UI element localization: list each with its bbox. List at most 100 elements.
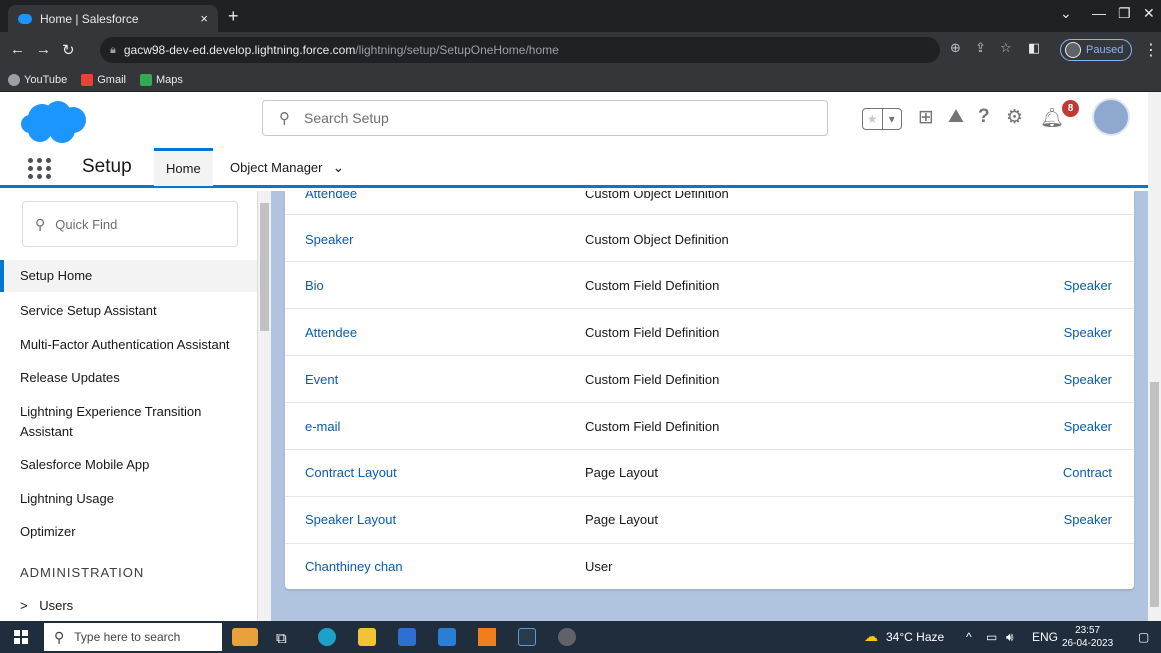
- browser-tab[interactable]: Home | Salesforce ×: [8, 5, 218, 32]
- notification-center-icon[interactable]: ▢: [1138, 630, 1149, 644]
- windows-taskbar: ⚲ Type here to search ⧉ ☁ 34°C Haze ^ ▭ …: [0, 621, 1161, 653]
- result-object-link[interactable]: Speaker: [1064, 419, 1112, 434]
- sidebar-scrollbar[interactable]: [258, 191, 271, 621]
- quick-find-input[interactable]: ⚲ Quick Find: [22, 201, 238, 247]
- clock-time: 23:57: [1075, 625, 1101, 636]
- sidebar-item-optimizer[interactable]: Optimizer: [0, 522, 257, 542]
- news-widget-icon[interactable]: [232, 628, 258, 646]
- volume-icon[interactable]: 🔊︎: [1006, 630, 1014, 645]
- result-name-link[interactable]: Bio: [305, 278, 324, 293]
- search-icon: ⚲: [54, 628, 65, 645]
- bookmark-gmail[interactable]: Gmail: [81, 73, 126, 86]
- profile-paused-button[interactable]: Paused: [1060, 39, 1132, 61]
- help-icon[interactable]: ?: [978, 106, 990, 128]
- result-type: Custom Field Definition: [585, 419, 720, 434]
- tab-object-manager[interactable]: Object Manager ⌄: [230, 148, 344, 186]
- reload-icon[interactable]: ↻: [62, 41, 75, 59]
- tray-overflow-icon[interactable]: ^: [966, 630, 972, 644]
- taskbar-search-input[interactable]: ⚲ Type here to search: [44, 623, 222, 651]
- quick-find-placeholder: Quick Find: [55, 216, 118, 232]
- bookmark-maps[interactable]: Maps: [139, 73, 183, 86]
- sidebar-item-mfa-assistant[interactable]: Multi-Factor Authentication Assistant: [0, 335, 257, 355]
- sidebar-item-service-setup-assistant[interactable]: Service Setup Assistant: [0, 301, 257, 321]
- tab-search-chevron-icon[interactable]: ⌄: [1060, 5, 1072, 22]
- result-object-link[interactable]: Speaker: [1064, 278, 1112, 293]
- favorites-dropdown-icon[interactable]: ▾: [881, 109, 902, 129]
- sidebar-item-users[interactable]: > Users: [0, 596, 257, 616]
- result-name-link[interactable]: Attendee: [305, 191, 357, 201]
- salesforce-logo-icon[interactable]: [20, 100, 88, 144]
- new-tab-button[interactable]: +: [228, 6, 239, 27]
- setup-gear-icon[interactable]: ⚙: [1006, 106, 1023, 129]
- url-field[interactable]: 🔒︎ gacw98-dev-ed.develop.lightning.force…: [100, 37, 940, 63]
- file-explorer-icon[interactable]: [358, 628, 376, 646]
- result-object-link[interactable]: Speaker: [1064, 512, 1112, 527]
- network-icon[interactable]: ▭: [986, 630, 997, 644]
- window-close-icon[interactable]: ✕: [1143, 5, 1155, 22]
- url-host: gacw98-dev-ed.develop.lightning.force.co…: [123, 43, 356, 57]
- zoom-icon[interactable]: ⊕: [950, 40, 961, 56]
- tab-home[interactable]: Home: [154, 148, 213, 186]
- bookmark-star-icon[interactable]: ☆: [1000, 40, 1012, 56]
- taskbar-clock[interactable]: 23:57 26-04-2023: [1062, 624, 1113, 650]
- search-placeholder: Search Setup: [304, 110, 389, 126]
- result-object-link[interactable]: Speaker: [1064, 372, 1112, 387]
- sidebar-item-release-updates[interactable]: Release Updates: [0, 368, 257, 388]
- chevron-right-icon: >: [20, 598, 28, 613]
- result-name-link[interactable]: Attendee: [305, 325, 357, 340]
- restore-icon[interactable]: ❐: [1118, 5, 1131, 22]
- weather-icon: ☁: [864, 628, 878, 644]
- page-scrollbar[interactable]: [1148, 92, 1161, 621]
- edge-icon[interactable]: [318, 628, 336, 646]
- user-avatar[interactable]: [1092, 98, 1130, 136]
- side-panel-icon[interactable]: ◧: [1028, 40, 1040, 56]
- url-path: /lightning/setup/SetupOneHome/home: [355, 43, 559, 57]
- sidebar-item-setup-home[interactable]: Setup Home: [0, 260, 257, 292]
- result-name-link[interactable]: Event: [305, 372, 338, 387]
- favorites-star-icon[interactable]: ★: [863, 109, 882, 129]
- gmail-icon: [81, 73, 94, 86]
- chrome-icon[interactable]: [558, 628, 576, 646]
- forward-icon[interactable]: →: [36, 41, 51, 58]
- chevron-down-icon[interactable]: ⌄: [333, 159, 345, 176]
- language-indicator[interactable]: ENG: [1032, 630, 1058, 644]
- global-actions-plus-icon[interactable]: ⊞: [918, 106, 934, 129]
- result-type: User: [585, 559, 613, 574]
- sidebar-item-lightning-usage[interactable]: Lightning Usage: [0, 489, 257, 509]
- section-header-administration: ADMINISTRATION: [20, 565, 145, 580]
- app-launcher-icon[interactable]: [28, 158, 52, 179]
- vlc-icon[interactable]: [478, 628, 496, 646]
- weather-text[interactable]: 34°C Haze: [886, 630, 944, 644]
- result-name-link[interactable]: Speaker Layout: [305, 512, 396, 527]
- mail-icon[interactable]: [438, 628, 456, 646]
- result-type: Custom Object Definition: [585, 232, 729, 247]
- table-row: e-mail Custom Field Definition Speaker: [285, 403, 1134, 450]
- result-name-link[interactable]: Speaker: [305, 232, 353, 247]
- browser-menu-icon[interactable]: ⋮: [1143, 40, 1159, 60]
- tab-close-icon[interactable]: ×: [200, 11, 208, 26]
- result-name-link[interactable]: Contract Layout: [305, 465, 397, 480]
- result-object-link[interactable]: Speaker: [1064, 325, 1112, 340]
- minimize-icon[interactable]: —: [1092, 5, 1106, 21]
- salesforce-favicon-icon: [18, 13, 32, 24]
- page-scrollbar-thumb[interactable]: [1150, 382, 1159, 607]
- search-setup-input[interactable]: ⚲ Search Setup: [262, 100, 828, 136]
- bookmark-youtube[interactable]: YouTube: [8, 73, 67, 86]
- task-view-icon[interactable]: ⧉: [276, 630, 287, 647]
- sidebar-item-mobile-app[interactable]: Salesforce Mobile App: [0, 455, 257, 475]
- share-icon[interactable]: ⇪: [975, 40, 986, 56]
- notifications-bell-icon[interactable]: 🔔︎: [1040, 106, 1064, 130]
- result-object-link[interactable]: Contract: [1063, 465, 1112, 480]
- result-type: Custom Field Definition: [585, 372, 720, 387]
- store-icon[interactable]: [398, 628, 416, 646]
- table-row: Attendee Custom Object Definition: [285, 191, 1134, 215]
- result-name-link[interactable]: Chanthiney chan: [305, 559, 403, 574]
- windows-start-icon[interactable]: [14, 630, 28, 644]
- result-type: Page Layout: [585, 512, 659, 527]
- result-name-link[interactable]: e-mail: [305, 419, 340, 434]
- powershell-icon[interactable]: [518, 628, 536, 646]
- sidebar-item-lightning-transition[interactable]: Lightning Experience Transition Assistan…: [0, 402, 257, 442]
- back-icon[interactable]: ←: [10, 41, 25, 58]
- sidebar-scrollbar-thumb[interactable]: [260, 203, 269, 331]
- trailhead-icon[interactable]: ⛰: [948, 106, 964, 128]
